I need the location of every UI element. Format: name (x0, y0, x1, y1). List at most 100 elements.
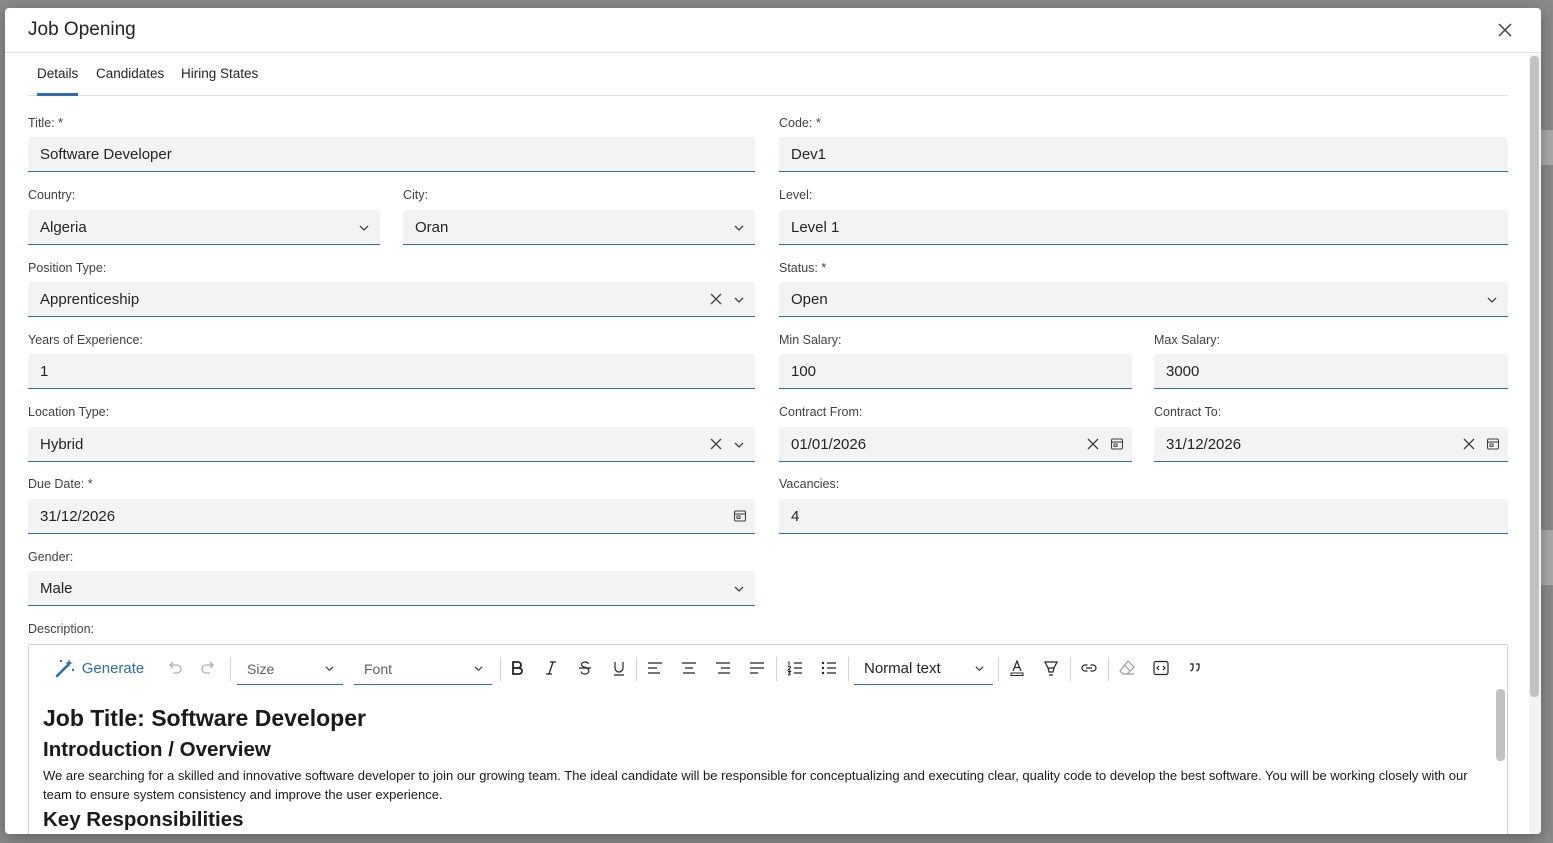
highlight-button[interactable] (1039, 657, 1063, 679)
generate-button[interactable]: Generate (51, 657, 147, 679)
contract-from-datepicker[interactable]: 01/01/2026 (779, 427, 1132, 462)
code-view-button[interactable] (1149, 657, 1173, 679)
vacancies-input[interactable]: 4 (779, 499, 1508, 534)
align-justify-icon (750, 662, 764, 674)
dialog-scrollbar-thumb[interactable] (1530, 56, 1539, 697)
country-label: Country: (28, 188, 76, 202)
content-heading-title: Job Title: Software Developer (43, 705, 366, 731)
font-color-button[interactable] (1005, 657, 1029, 679)
calendar-icon[interactable] (733, 509, 747, 523)
gender-select[interactable]: Male (28, 571, 755, 606)
chevron-down-icon (734, 225, 744, 231)
undo-button[interactable] (164, 657, 186, 679)
clear-format-button[interactable] (1115, 657, 1139, 679)
highlighter-icon (1044, 661, 1058, 676)
max-salary-input[interactable]: 3000 (1154, 354, 1508, 389)
align-right-button[interactable] (711, 657, 735, 679)
status-label: Status: * (779, 261, 827, 275)
description-label: Description: (28, 622, 94, 636)
align-left-button[interactable] (643, 657, 667, 679)
strikethrough-icon (579, 661, 591, 675)
chevron-down-icon (359, 225, 369, 231)
editor-content[interactable]: Job Title: Software Developer Introducti… (43, 705, 1473, 834)
block-format-select[interactable]: Normal text (854, 652, 993, 685)
align-center-button[interactable] (677, 657, 701, 679)
toolbar-divider (500, 657, 501, 681)
bullet-list-icon (821, 661, 836, 675)
toolbar-divider (998, 657, 999, 681)
city-select[interactable]: Oran (403, 210, 755, 245)
dialog-title: Job Opening (28, 19, 136, 40)
magic-wand-icon (55, 659, 74, 678)
tab-hiring-states[interactable]: Hiring States (181, 66, 258, 93)
insert-link-button[interactable] (1077, 657, 1101, 679)
close-button[interactable] (1495, 20, 1515, 40)
years-experience-label: Years of Experience: (28, 333, 143, 347)
tab-candidates[interactable]: Candidates (96, 66, 164, 93)
content-heading-responsibilities: Key Responsibilities (43, 808, 244, 831)
numbered-list-button[interactable] (783, 657, 807, 679)
gender-label: Gender: (28, 550, 74, 564)
code-label: Code: * (779, 116, 821, 130)
align-right-icon (716, 662, 730, 674)
chevron-down-icon (734, 442, 744, 448)
font-color-icon (1010, 659, 1024, 676)
tab-details[interactable]: Details (37, 66, 79, 96)
undo-icon (169, 661, 182, 674)
due-date-datepicker[interactable]: 31/12/2026 (28, 499, 755, 534)
position-type-select[interactable]: Apprenticeship (28, 282, 755, 317)
country-select[interactable]: Algeria (28, 210, 380, 245)
chevron-down-icon (474, 666, 483, 672)
calendar-icon[interactable] (1486, 437, 1500, 451)
bold-button[interactable] (505, 657, 529, 679)
underline-icon (614, 662, 624, 676)
align-justify-button[interactable] (745, 657, 769, 679)
chevron-down-icon (734, 297, 744, 303)
min-salary-label: Min Salary: (779, 333, 842, 347)
quote-icon (1190, 663, 1200, 672)
italic-button[interactable] (539, 657, 563, 679)
align-left-icon (648, 662, 662, 674)
due-date-label: Due Date: * (28, 477, 93, 491)
content-paragraph-intro: We are searching for a skilled and innov… (43, 768, 1468, 802)
toolbar-divider (230, 657, 231, 681)
link-icon (1081, 664, 1097, 672)
calendar-icon[interactable] (1110, 437, 1124, 451)
level-label: Level: (779, 188, 813, 202)
underline-button[interactable] (607, 657, 631, 679)
vacancies-label: Vacancies: (779, 477, 840, 491)
min-salary-input[interactable]: 100 (779, 354, 1132, 389)
bold-icon (512, 661, 523, 675)
toolbar-divider (1108, 657, 1109, 681)
strikethrough-button[interactable] (573, 657, 597, 679)
title-input[interactable]: Software Developer (28, 137, 755, 172)
toolbar-divider (1070, 657, 1071, 681)
bullet-list-button[interactable] (817, 657, 841, 679)
status-select[interactable]: Open (779, 282, 1508, 317)
job-opening-dialog: Job Opening Details Candidates Hiring St… (5, 8, 1541, 834)
location-type-select[interactable]: Hybrid (28, 427, 755, 462)
code-icon (1153, 660, 1169, 676)
font-family-select[interactable]: Font (354, 652, 492, 685)
blockquote-button[interactable] (1183, 657, 1207, 679)
clear-icon[interactable] (1086, 437, 1100, 451)
years-experience-input[interactable]: 1 (28, 354, 755, 389)
description-editor[interactable]: Generate Size Font Normal text Job Title… (28, 644, 1508, 834)
clear-icon[interactable] (709, 292, 723, 306)
editor-toolbar: Generate Size Font Normal text (29, 645, 1507, 693)
redo-icon (201, 661, 214, 674)
toolbar-divider (848, 657, 849, 681)
contract-to-datepicker[interactable]: 31/12/2026 (1154, 427, 1508, 462)
editor-scrollbar[interactable] (1496, 689, 1505, 761)
code-input[interactable]: Dev1 (779, 137, 1508, 172)
clear-icon[interactable] (1462, 437, 1476, 451)
font-size-select[interactable]: Size (237, 652, 343, 685)
close-icon (1498, 23, 1512, 37)
level-input[interactable]: Level 1 (779, 210, 1508, 245)
chevron-down-icon (975, 666, 984, 672)
dialog-header: Job Opening (5, 8, 1541, 53)
location-type-label: Location Type: (28, 405, 110, 419)
redo-button[interactable] (197, 657, 219, 679)
clear-icon[interactable] (709, 437, 723, 451)
contract-to-label: Contract To: (1154, 405, 1222, 419)
